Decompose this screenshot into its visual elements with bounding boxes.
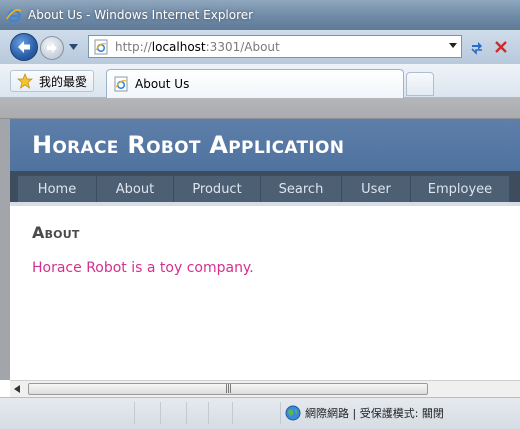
page-viewport: Horace Robot Application Home About Prod… xyxy=(0,119,520,380)
command-bar xyxy=(0,98,520,119)
page-content: About Horace Robot is a toy company. xyxy=(32,223,512,276)
navigation-bar: http://localhost:3301/About xyxy=(0,30,520,64)
star-icon xyxy=(17,73,33,89)
site-menu: Home About Product Search User Employee xyxy=(10,171,520,205)
back-button[interactable] xyxy=(10,33,38,61)
scrollbar-thumb[interactable]: ||| xyxy=(28,383,428,395)
site-title: Horace Robot Application xyxy=(32,131,345,159)
refresh-icon xyxy=(471,42,482,55)
tab-row: 我的最愛 About Us xyxy=(0,64,520,98)
page-icon xyxy=(94,39,108,54)
menu-item-about[interactable]: About xyxy=(97,176,173,203)
tab-about-us[interactable]: About Us xyxy=(106,69,404,98)
scroll-left-arrow-icon[interactable] xyxy=(14,385,20,393)
globe-icon xyxy=(285,405,301,421)
chevron-down-icon xyxy=(68,44,78,50)
status-bar: 網際網路 | 受保護模式: 關閉 xyxy=(0,397,520,429)
status-divider xyxy=(208,402,209,424)
security-zone-label: 網際網路 | 受保護模式: 關閉 xyxy=(305,407,444,420)
menu-item-user[interactable]: User xyxy=(342,176,410,203)
forward-button[interactable] xyxy=(40,36,64,60)
address-bar[interactable]: http://localhost:3301/About xyxy=(88,35,462,58)
favorites-button[interactable]: 我的最愛 xyxy=(10,70,95,92)
address-url: http://localhost:3301/About xyxy=(115,39,280,54)
window-title: About Us - Windows Internet Explorer xyxy=(28,8,254,22)
menu-item-home[interactable]: Home xyxy=(18,176,96,203)
status-divider xyxy=(186,402,187,424)
address-dropdown-icon[interactable] xyxy=(449,43,457,48)
status-divider xyxy=(280,402,281,424)
arrow-right-icon xyxy=(47,43,57,53)
menu-item-employee[interactable]: Employee xyxy=(411,176,509,203)
arrow-left-icon xyxy=(18,41,30,53)
new-tab-button[interactable] xyxy=(406,72,434,96)
refresh-button[interactable] xyxy=(466,36,488,58)
security-zone[interactable]: 網際網路 | 受保護模式: 關閉 xyxy=(285,403,444,423)
menu-item-product[interactable]: Product xyxy=(174,176,260,203)
ie-logo-icon xyxy=(6,9,22,23)
site-header: Horace Robot Application xyxy=(10,119,520,171)
page-heading: About xyxy=(32,223,80,242)
menu-item-search[interactable]: Search xyxy=(261,176,341,203)
window-title-bar: About Us - Windows Internet Explorer xyxy=(0,0,520,30)
page-body-text: Horace Robot is a toy company. xyxy=(32,260,254,276)
horizontal-scrollbar[interactable]: ||| xyxy=(10,380,520,397)
ie-page-icon xyxy=(114,76,128,92)
stop-button[interactable] xyxy=(490,36,512,58)
status-divider xyxy=(160,402,161,424)
scrollbar-grip-icon: ||| xyxy=(224,384,232,394)
tab-title: About Us xyxy=(135,77,190,91)
favorites-label: 我的最愛 xyxy=(39,74,88,89)
menu-divider xyxy=(10,202,520,206)
recent-pages-button[interactable] xyxy=(67,42,79,52)
close-icon xyxy=(495,41,507,53)
status-divider xyxy=(232,402,233,424)
status-divider xyxy=(134,402,135,424)
